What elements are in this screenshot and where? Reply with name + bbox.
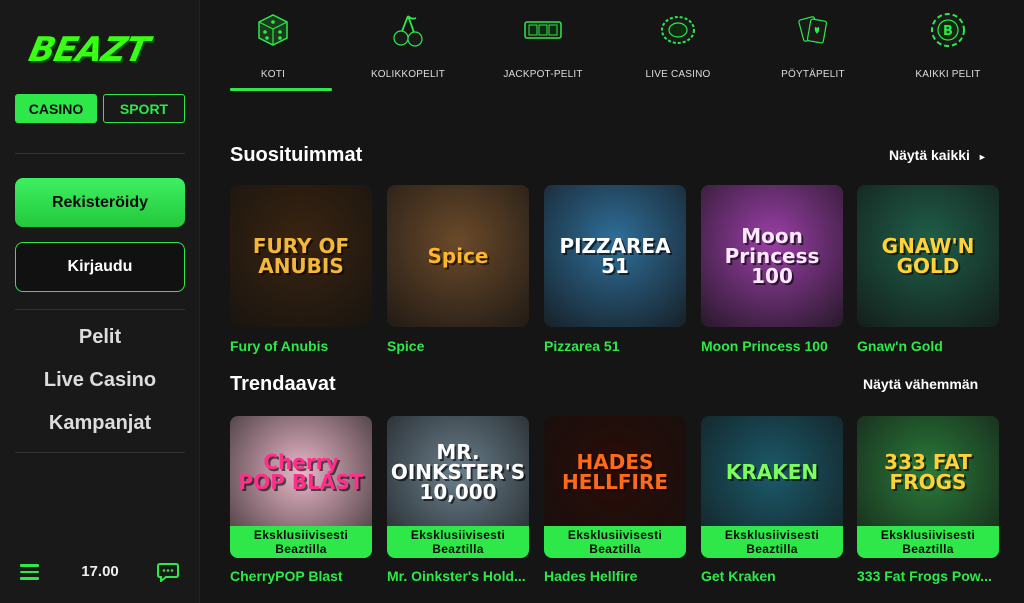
game-logo-text: FURY OF ANUBIS xyxy=(252,234,350,278)
game-logo-text: HADES HELLFIRE xyxy=(561,450,669,494)
sidebar: BEAZT CASINO SPORT Rekisteröidy Kirjaudu… xyxy=(0,0,200,603)
show-less-link[interactable]: Näytä vähemmän xyxy=(863,376,978,392)
game-title[interactable]: 333 Fat Frogs Pow... xyxy=(857,568,1002,584)
game-card[interactable]: 333 FAT FROGS Eksklusiivisesti Beaztilla xyxy=(857,416,999,558)
game-title[interactable]: Pizzarea 51 xyxy=(544,338,689,354)
game-title[interactable]: Gnaw'n Gold xyxy=(857,338,1002,354)
beazt-logo[interactable]: BEAZT xyxy=(25,30,174,70)
category-label: KAIKKI PELIT xyxy=(915,69,981,80)
category-koti[interactable]: KOTI xyxy=(208,0,338,92)
game-card[interactable]: MR. OINKSTER'S 10,000 Eksklusiivisesti Bea… xyxy=(387,416,529,558)
exclusive-badge-line2: Beaztilla xyxy=(432,542,484,556)
game-thumbnail: Spice xyxy=(387,185,529,327)
game-thumbnail: FURY OF ANUBIS xyxy=(230,185,372,327)
game-title[interactable]: Get Kraken xyxy=(701,568,846,584)
login-button[interactable]: Kirjaudu xyxy=(15,242,185,292)
exclusive-badge: Eksklusiivisesti Beaztilla xyxy=(701,526,843,558)
game-card[interactable]: HADES HELLFIRE Eksklusiivisesti Beaztilla xyxy=(544,416,686,558)
chevron-right-icon: ► xyxy=(977,152,987,162)
divider xyxy=(15,452,185,453)
chip-icon: B xyxy=(931,13,965,47)
game-card[interactable]: PIZZAREA 51 xyxy=(544,185,686,327)
game-logo-text: PIZZAREA 51 xyxy=(559,234,671,278)
cherry-icon xyxy=(393,15,423,47)
exclusive-badge: Eksklusiivisesti Beaztilla xyxy=(230,526,372,558)
sport-tab[interactable]: SPORT xyxy=(103,94,185,123)
exclusive-badge: Eksklusiivisesti Beaztilla xyxy=(387,526,529,558)
casino-tab[interactable]: CASINO xyxy=(15,94,97,123)
category-label: LIVE CASINO xyxy=(645,69,711,80)
svg-text:B: B xyxy=(943,24,953,39)
category-jackpot-pelit[interactable]: JACKPOT-PELIT xyxy=(478,0,608,92)
section-title-popular: Suosituimmat xyxy=(230,144,363,166)
exclusive-badge: Eksklusiivisesti Beaztilla xyxy=(544,526,686,558)
clock: 17.00 xyxy=(81,563,119,580)
dice-icon xyxy=(258,14,288,46)
exclusive-badge: Eksklusiivisesti Beaztilla xyxy=(857,526,999,558)
divider xyxy=(15,153,185,154)
section-title-trending: Trendaavat xyxy=(230,373,336,395)
active-category-indicator xyxy=(230,88,332,91)
game-card[interactable]: Moon Princess 100 xyxy=(701,185,843,327)
game-card[interactable]: Spice xyxy=(387,185,529,327)
show-all-label: Näytä kaikki xyxy=(889,147,970,163)
divider xyxy=(15,309,185,310)
nav-link-live-casino[interactable]: Live Casino xyxy=(0,369,200,392)
category-label: JACKPOT-PELIT xyxy=(503,69,583,80)
game-title[interactable]: Moon Princess 100 xyxy=(701,338,846,354)
category-poytapelit[interactable]: PÖYTÄPELIT xyxy=(748,0,878,92)
chat-icon[interactable] xyxy=(157,562,179,582)
category-label: KOTI xyxy=(260,69,286,80)
game-logo-text: MR. OINKSTER'S 10,000 xyxy=(390,440,526,504)
game-logo-text: Moon Princess 100 xyxy=(724,224,820,288)
exclusive-badge-line2: Beaztilla xyxy=(589,542,641,556)
game-title[interactable]: Mr. Oinkster's Hold... xyxy=(387,568,532,584)
exclusive-badge-line2: Beaztilla xyxy=(275,542,327,556)
exclusive-badge-line1: Eksklusiivisesti xyxy=(410,528,506,542)
exclusive-badge-line1: Eksklusiivisesti xyxy=(567,528,663,542)
category-label: PÖYTÄPELIT xyxy=(781,69,845,80)
game-thumbnail: PIZZAREA 51 xyxy=(544,185,686,327)
category-live-casino[interactable]: LIVE CASINO xyxy=(613,0,743,92)
nav-link-kampanjat[interactable]: Kampanjat xyxy=(0,412,200,435)
game-logo-text: GNAW'N GOLD xyxy=(881,234,975,278)
nav-link-pelit[interactable]: Pelit xyxy=(0,326,200,349)
sidebar-footer: 17.00 xyxy=(0,555,200,591)
game-card[interactable]: GNAW'N GOLD xyxy=(857,185,999,327)
game-title[interactable]: Hades Hellfire xyxy=(544,568,689,584)
game-logo-text: Spice xyxy=(427,244,489,268)
game-title[interactable]: CherryPOP Blast xyxy=(230,568,375,584)
game-logo-text: Cherry POP BLAST xyxy=(238,450,364,494)
exclusive-badge-line2: Beaztilla xyxy=(746,542,798,556)
game-thumbnail: Moon Princess 100 xyxy=(701,185,843,327)
category-kaikki-pelit[interactable]: B KAIKKI PELIT xyxy=(883,0,1013,92)
game-title[interactable]: Fury of Anubis xyxy=(230,338,375,354)
game-card[interactable]: KRAKEN Eksklusiivisesti Beaztilla xyxy=(701,416,843,558)
cards-icon xyxy=(798,16,828,44)
slot-reels-icon xyxy=(524,21,562,39)
exclusive-badge-line1: Eksklusiivisesti xyxy=(253,528,349,542)
menu-icon[interactable] xyxy=(20,564,39,580)
game-card[interactable]: Cherry POP BLAST Eksklusiivisesti Beaztill… xyxy=(230,416,372,558)
roulette-icon xyxy=(661,16,695,44)
exclusive-badge-line1: Eksklusiivisesti xyxy=(880,528,976,542)
category-nav: KOTI KOLIKKOPELIT JACKPOT-PELIT LIVE CAS… xyxy=(200,0,1024,100)
game-card[interactable]: FURY OF ANUBIS xyxy=(230,185,372,327)
game-title[interactable]: Spice xyxy=(387,338,532,354)
exclusive-badge-line2: Beaztilla xyxy=(902,542,954,556)
show-all-link[interactable]: Näytä kaikki ► xyxy=(889,147,987,163)
game-logo-text: KRAKEN xyxy=(725,460,819,484)
exclusive-badge-line1: Eksklusiivisesti xyxy=(724,528,820,542)
category-label: KOLIKKOPELIT xyxy=(370,69,446,80)
register-button[interactable]: Rekisteröidy xyxy=(15,178,185,227)
game-thumbnail: GNAW'N GOLD xyxy=(857,185,999,327)
category-kolikkopelit[interactable]: KOLIKKOPELIT xyxy=(343,0,473,92)
game-logo-text: 333 FAT FROGS xyxy=(884,450,972,494)
